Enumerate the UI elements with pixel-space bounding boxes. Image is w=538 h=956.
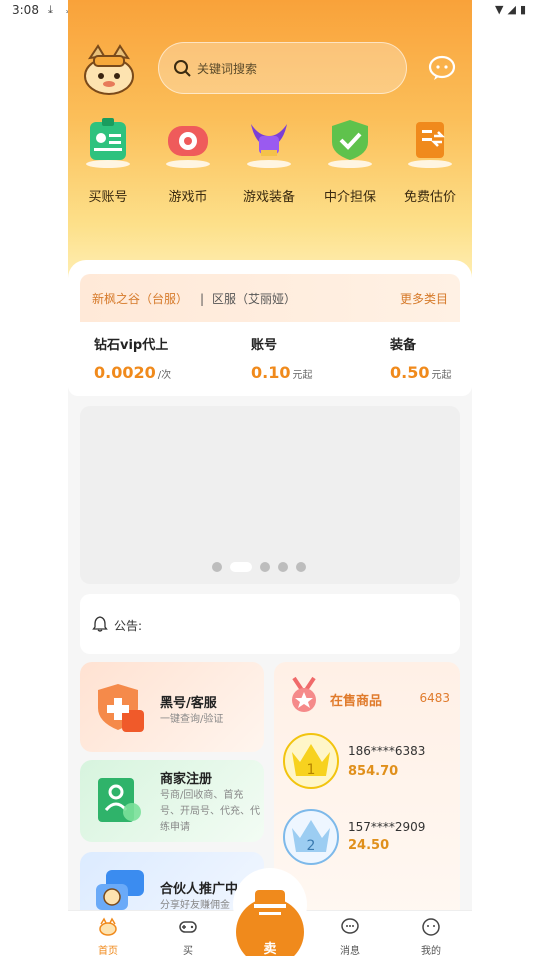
search-icon <box>174 60 191 77</box>
region-header: 新枫之谷（台服） | 区服（艾丽娅） 更多类目 <box>80 274 460 322</box>
wifi-icon: ▼ <box>495 3 504 16</box>
search-bar[interactable]: 关键词搜索 <box>158 42 407 94</box>
category-game-coin[interactable]: 游戏币 <box>148 114 228 205</box>
price-unit: 元起 <box>431 370 452 381</box>
region-item-title: 钻石vip代上 <box>94 338 169 353</box>
home-mascot-icon <box>99 917 117 936</box>
pagination-dot-active[interactable] <box>230 562 252 572</box>
nav-home[interactable]: 首页 <box>83 917 133 956</box>
rank-phone: 186****6383 <box>348 744 426 758</box>
shield-check-icon <box>328 120 372 168</box>
service-title: 合伙人推广中 <box>160 882 239 897</box>
nav-label: 买 <box>183 946 193 956</box>
region-item-price: 0.50 元起 <box>390 363 451 382</box>
region-item-title: 账号 <box>251 338 278 353</box>
merchant-register-card[interactable]: 商家注册 号商/回收商、首充号、开局号、代充、代练申请 <box>80 760 264 842</box>
merchant-icon <box>98 778 141 822</box>
bell-icon <box>92 616 108 632</box>
battery-icon: ▮ <box>519 3 526 16</box>
on-sale-title: 在售商品 <box>330 694 383 709</box>
pagination-dot[interactable] <box>212 562 222 572</box>
valuation-icon <box>408 122 452 168</box>
category-label: 游戏币 <box>168 190 208 205</box>
nav-sell-label: 卖 <box>263 942 277 956</box>
server-selector[interactable]: 新枫之谷（台服） <box>92 290 188 307</box>
category-label: 中介担保 <box>323 190 376 205</box>
status-right: ▼ ◢ ▮ <box>495 3 526 16</box>
signal-icon: ◢ <box>507 3 516 16</box>
service-subtitle: 号商/回收商、首充号、开局号、代充、代练申请 <box>160 790 260 833</box>
status-time: 3:08 <box>12 3 39 17</box>
service-subtitle: 一键查询/验证 <box>160 714 224 725</box>
nav-label: 首页 <box>98 946 118 956</box>
pagination-dot[interactable] <box>260 562 270 572</box>
message-icon <box>341 918 359 934</box>
nav-label: 消息 <box>340 946 360 956</box>
category-label: 游戏装备 <box>242 190 295 205</box>
gamepad-icon <box>179 921 197 933</box>
nav-messages[interactable]: 消息 <box>325 917 375 956</box>
rank-number: 2 <box>307 838 316 854</box>
id-card-icon <box>86 118 130 168</box>
category-label: 免费估价 <box>403 190 456 205</box>
price-value: 0.10 <box>251 363 291 382</box>
category-valuation[interactable]: 免费估价 <box>390 114 470 205</box>
announcement-label: 公告: <box>114 619 143 633</box>
gold-crown-icon: 1 <box>283 733 339 789</box>
region-item-account[interactable]: 账号 0.10 元起 <box>251 334 312 382</box>
announcement-bar[interactable]: 公告: <box>80 594 460 654</box>
rank-phone: 157****2909 <box>348 820 426 834</box>
pagination-dot[interactable] <box>278 562 288 572</box>
nav-sell-button[interactable]: 卖 <box>233 868 307 956</box>
game-coin-icon <box>166 126 210 168</box>
app-screen: 关键词搜索 买账号 游戏币 游戏装备 中介担保 免费估价 新枫之谷（台服） | … <box>68 0 472 956</box>
download-icon: ⤓ <box>48 3 53 16</box>
zone-label: 区服（艾丽娅） <box>212 292 297 306</box>
chat-icon[interactable] <box>428 54 456 82</box>
zone-separator: | <box>200 292 205 306</box>
helmet-icon <box>247 124 291 168</box>
region-item-vip[interactable]: 钻石vip代上 0.0020/次 <box>94 334 171 382</box>
price-unit: /次 <box>157 370 172 381</box>
search-placeholder: 关键词搜索 <box>197 61 258 76</box>
more-categories-link[interactable]: 更多类目 <box>400 290 448 307</box>
nav-mine[interactable]: 我的 <box>406 917 456 956</box>
category-game-equipment[interactable]: 游戏装备 <box>229 114 309 205</box>
category-escrow[interactable]: 中介担保 <box>310 114 390 205</box>
on-sale-count: 6483 <box>419 691 450 705</box>
rank-price: 24.50 <box>348 838 390 853</box>
price-value: 0.50 <box>390 363 430 382</box>
promo-banner[interactable] <box>80 406 460 584</box>
rank-number: 1 <box>307 762 316 778</box>
region-item-equipment[interactable]: 装备 0.50 元起 <box>390 334 451 382</box>
profile-face-icon <box>422 918 440 936</box>
shield-plus-icon <box>98 684 144 732</box>
region-item-price: 0.0020/次 <box>94 363 171 382</box>
rank-price: 854.70 <box>348 764 399 779</box>
price-value: 0.0020 <box>94 363 156 382</box>
nav-label: 我的 <box>421 946 441 956</box>
category-label: 买账号 <box>88 190 128 205</box>
pagination-dot[interactable] <box>296 562 306 572</box>
region-card: 新枫之谷（台服） | 区服（艾丽娅） 更多类目 钻石vip代上 0.0020/次 … <box>68 260 472 396</box>
service-title: 商家注册 <box>160 772 213 787</box>
category-buy-account[interactable]: 买账号 <box>68 114 148 205</box>
mascot-logo <box>84 44 134 95</box>
nav-buy[interactable]: 买 <box>163 917 213 956</box>
blacklist-service-card[interactable]: 黑号/客服 一键查询/验证 <box>80 662 264 752</box>
region-item-price: 0.10 元起 <box>251 363 312 382</box>
service-title: 黑号/客服 <box>160 696 217 711</box>
zone-selector[interactable]: | 区服（艾丽娅） <box>200 290 296 307</box>
region-item-title: 装备 <box>390 338 417 353</box>
category-grid: 买账号 游戏币 游戏装备 中介担保 免费估价 <box>68 114 472 205</box>
medal-icon <box>292 676 316 712</box>
banner-pagination <box>212 562 306 572</box>
price-unit: 元起 <box>292 370 313 381</box>
silver-crown-icon: 2 <box>283 809 339 865</box>
